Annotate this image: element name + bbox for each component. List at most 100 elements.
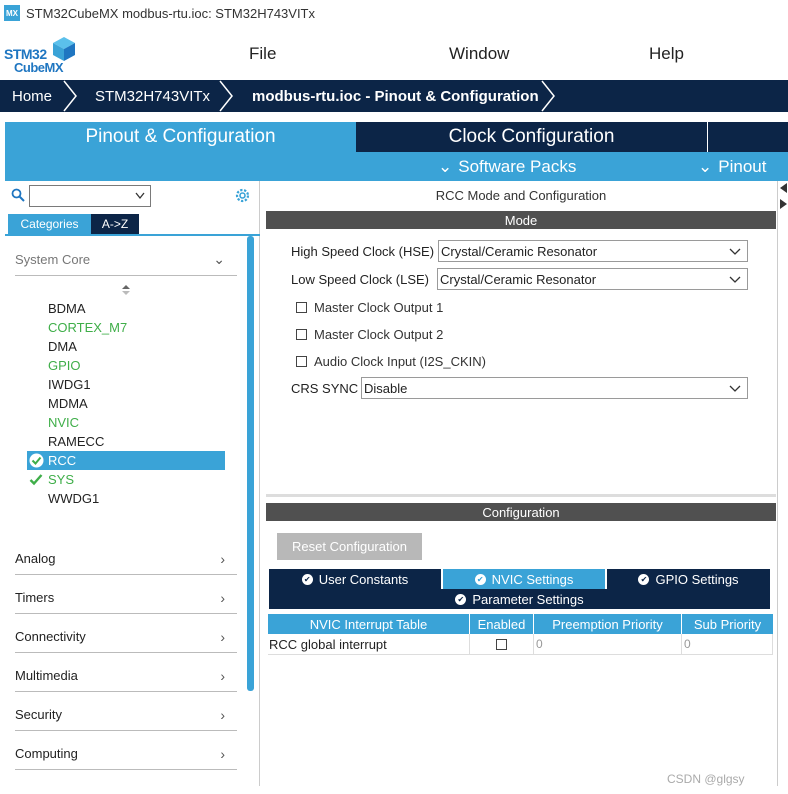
menu-window[interactable]: Window [449,44,509,64]
tab-a-z[interactable]: A->Z [91,214,139,234]
lse-label: Low Speed Clock (LSE) [291,272,430,287]
crs-sync-select[interactable]: Disable [361,377,748,399]
chevron-right-icon: › [220,589,225,606]
window-title: STM32CubeMX modbus-rtu.ioc: STM32H743VIT… [26,5,315,21]
chevron-right-icon: › [220,745,225,762]
i2s-ckin-checkbox[interactable] [296,355,307,367]
check-circle-icon [29,453,44,468]
software-packs-menu[interactable]: ⌄ Software Packs [438,152,576,181]
category-tabs: Categories A->Z [5,212,260,236]
interrupt-name-cell: RCC global interrupt [268,634,470,655]
menu-file[interactable]: File [249,44,276,64]
tab-user-constants[interactable]: ✔ User Constants [269,569,441,589]
collapse-arrows-icon[interactable] [779,181,788,221]
column-header[interactable]: NVIC Interrupt Table [268,614,470,634]
chevron-down-icon [729,385,741,392]
peripheral-item[interactable]: NVIC [27,413,225,432]
mco1-checkbox-row[interactable]: Master Clock Output 1 [296,298,443,316]
chevron-right-icon: › [220,628,225,645]
section-security[interactable]: Security › [15,699,237,731]
peripheral-item[interactable]: GPIO [27,356,225,375]
peripheral-item[interactable]: DMA [27,337,225,356]
mco2-checkbox[interactable] [296,328,307,340]
breadcrumb-separator-icon [63,80,77,112]
tab-gpio-settings[interactable]: ✔ GPIO Settings [607,569,770,589]
tab-extra[interactable] [708,122,788,152]
mco2-label: Master Clock Output 2 [314,326,444,342]
hse-select[interactable]: Crystal/Ceramic Resonator [438,240,748,262]
chevron-right-icon: › [220,667,225,684]
breadcrumb-project[interactable]: modbus-rtu.ioc - Pinout & Configuration [252,80,539,112]
preemption-priority-cell[interactable]: 0 [534,634,682,655]
pinout-menu[interactable]: ⌄ Pinout [698,152,766,181]
gear-icon[interactable] [234,187,251,204]
peripheral-item-sys[interactable]: SYS [27,470,225,489]
mco1-checkbox[interactable] [296,301,307,313]
section-analog[interactable]: Analog › [15,543,237,575]
reset-configuration-button[interactable]: Reset Configuration [277,533,422,560]
side-collapse-strip [777,181,788,786]
watermark: CSDN @glgsy [667,772,745,786]
section-connectivity[interactable]: Connectivity › [15,621,237,653]
splitter[interactable] [266,494,776,497]
breadcrumb-separator-icon [541,80,555,112]
section-label: Analog [15,551,56,566]
search-row [5,181,260,211]
chevron-down-icon[interactable] [135,192,145,200]
chevron-down-icon: ⌄ [213,251,225,267]
breadcrumb-home[interactable]: Home [12,80,52,112]
section-label: Timers [15,590,55,605]
section-label: Computing [15,746,78,761]
tab-clock-configuration[interactable]: Clock Configuration [356,122,707,152]
section-computing[interactable]: Computing › [15,738,237,770]
stm32cubemx-logo: STM32 CubeMX [4,34,76,75]
check-circle-icon: ✔ [455,593,467,605]
section-label: Multimedia [15,668,78,683]
tab-parameter-settings[interactable]: ✔ Parameter Settings [269,589,770,609]
main-tabs: Pinout & Configuration Clock Configurati… [5,122,788,152]
software-packs-label: Software Packs [458,156,577,176]
interrupt-enabled-checkbox[interactable] [496,638,507,650]
peripheral-item[interactable]: WWDG1 [27,489,225,508]
peripheral-item[interactable]: CORTEX_M7 [27,318,225,337]
enabled-cell [470,634,534,655]
tab-categories[interactable]: Categories [8,214,91,234]
mco2-checkbox-row[interactable]: Master Clock Output 2 [296,325,443,343]
column-header[interactable]: Enabled [470,614,534,634]
peripheral-item[interactable]: BDMA [27,299,225,318]
peripheral-item-rcc[interactable]: RCC [27,451,225,470]
categories-panel: Categories A->Z System Core ⌄ BDMA CORTE… [5,181,260,786]
check-circle-icon: ✔ [638,573,650,585]
mode-header: Mode [266,211,776,229]
section-system-core[interactable]: System Core ⌄ [15,244,237,276]
search-icon [11,188,25,202]
pinout-label: Pinout [718,156,767,176]
categories-scrollbar[interactable] [247,236,254,691]
breadcrumb: Home STM32H743VITx modbus-rtu.ioc - Pino… [0,80,788,112]
chevron-right-icon: › [220,550,225,567]
column-header[interactable]: Preemption Priority [534,614,682,634]
peripheral-item[interactable]: IWDG1 [27,375,225,394]
section-multimedia[interactable]: Multimedia › [15,660,237,692]
logo-line2: CubeMX [14,60,64,75]
sub-priority-cell[interactable]: 0 [682,634,773,655]
column-header[interactable]: Sub Priority [682,614,773,634]
chevron-down-icon: ⌄ [438,156,453,176]
menu-help[interactable]: Help [649,44,684,64]
i2s-ckin-label: Audio Clock Input (I2S_CKIN) [314,353,486,369]
breadcrumb-separator-icon [219,80,233,112]
chevron-down-icon: ⌄ [698,156,713,176]
i2s-ckin-checkbox-row[interactable]: Audio Clock Input (I2S_CKIN) [296,352,486,370]
configuration-header: Configuration [266,503,776,521]
lse-select[interactable]: Crystal/Ceramic Resonator [437,268,748,290]
peripheral-item[interactable]: RAMECC [27,432,225,451]
peripheral-item[interactable]: MDMA [27,394,225,413]
app-icon: MX [4,5,20,21]
hse-label: High Speed Clock (HSE) [291,244,435,259]
section-timers[interactable]: Timers › [15,582,237,614]
sort-icon[interactable] [122,285,130,295]
search-input[interactable] [29,185,151,207]
tab-pinout-configuration[interactable]: Pinout & Configuration [5,122,356,152]
breadcrumb-mcu[interactable]: STM32H743VITx [95,80,210,112]
tab-nvic-settings[interactable]: ✔ NVIC Settings [443,569,605,589]
